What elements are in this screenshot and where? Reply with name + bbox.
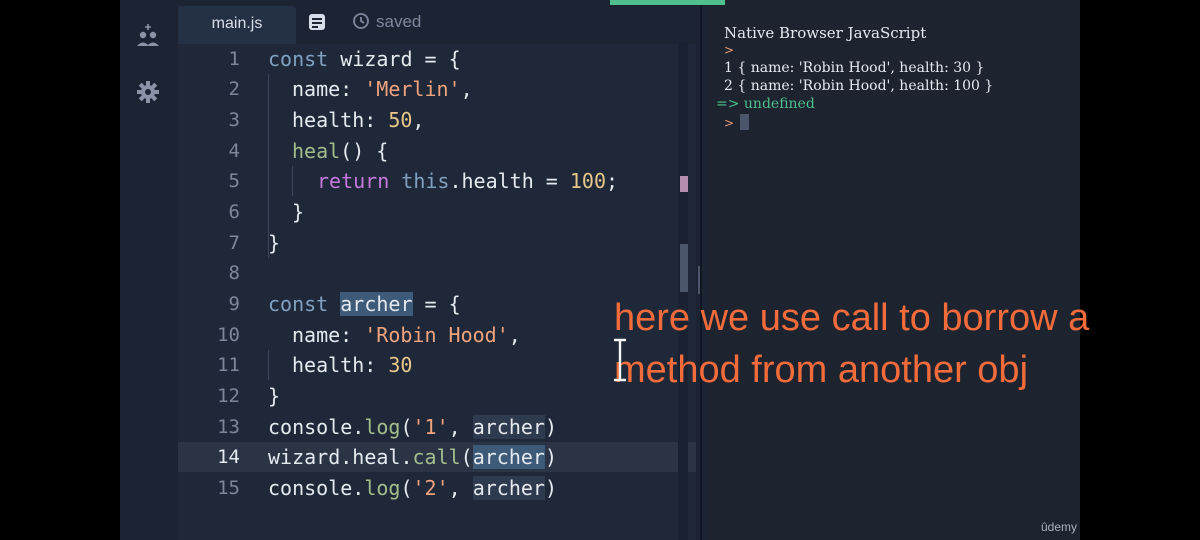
line-number: 15: [217, 477, 240, 499]
code-line: 5 return this.health = 100;: [178, 166, 696, 196]
scrollbar-thumb[interactable]: [680, 244, 688, 292]
console-prompt: >: [724, 43, 735, 57]
console-title: Native Browser JavaScript: [724, 24, 927, 42]
code-line: 13 console.log('1', archer): [178, 412, 696, 442]
repl-app: main.js saved 1 const wizard = { 2 name:…: [120, 0, 1080, 540]
udemy-watermark: ûdemy: [1041, 520, 1078, 534]
line-number: 2: [228, 78, 240, 100]
code-line: 8: [178, 258, 696, 288]
line-number: 5: [228, 170, 240, 192]
line-number: 4: [228, 140, 240, 162]
code-line: 3 health: 50,: [178, 105, 696, 135]
code-text: console.log('2', archer): [268, 476, 558, 500]
code-line: 1 const wizard = {: [178, 44, 696, 74]
line-number: 11: [217, 354, 240, 376]
line-number: 9: [228, 293, 240, 315]
code-text: name: 'Merlin',: [292, 77, 473, 101]
line-number: 6: [228, 201, 240, 223]
console-cursor: [740, 114, 750, 130]
code-line: 2 name: 'Merlin',: [178, 74, 696, 104]
line-number: 10: [217, 324, 240, 346]
save-status-label: saved: [376, 12, 422, 31]
code-text: }: [268, 384, 281, 408]
line-number: 7: [228, 232, 240, 254]
gear-icon[interactable]: [134, 78, 162, 106]
code-line: 4 heal() {: [178, 136, 696, 166]
code-text: heal() {: [292, 139, 389, 163]
overlay-annotation: here we use call to borrow a method from…: [614, 297, 1090, 391]
line-number: 8: [228, 262, 240, 284]
line-number: 3: [228, 109, 240, 131]
code-text: name: 'Robin Hood',: [292, 323, 521, 347]
line-number: 14: [217, 446, 240, 468]
code-text: health: 50,: [292, 108, 425, 132]
code-line-current: 14 wizard.heal.call(archer): [178, 442, 696, 472]
console-tab-indicator: [610, 0, 725, 5]
code-text: }: [268, 231, 281, 255]
code-text: health: 30: [292, 353, 413, 377]
pane-divider[interactable]: [700, 0, 702, 540]
line-number: 1: [228, 48, 240, 70]
activity-bar: [120, 0, 175, 540]
code-line: 15 console.log('2', archer): [178, 473, 696, 503]
console-output: 2 { name: 'Robin Hood', health: 100 }: [724, 78, 994, 94]
save-status: saved: [352, 12, 421, 32]
code-text: console.log('1', archer): [268, 415, 558, 439]
code-line: 7 }: [178, 228, 696, 258]
scrollbar-marker: [680, 176, 688, 192]
tab-main-js[interactable]: main.js: [178, 6, 296, 44]
code-line: 6 }: [178, 197, 696, 227]
console-input-line[interactable]: >: [724, 114, 750, 131]
editor-tab-bar: main.js saved: [178, 0, 696, 44]
pane-divider-handle[interactable]: [698, 266, 700, 294]
document-icon[interactable]: [308, 13, 326, 31]
line-number: 12: [217, 385, 240, 407]
history-icon: [353, 13, 369, 29]
text-cursor-icon: [614, 338, 626, 382]
console-return: => undefined: [716, 96, 815, 112]
console-pane[interactable]: Native Browser JavaScript > 1 { name: 'R…: [708, 0, 1080, 540]
line-number: 13: [217, 416, 240, 438]
code-text: wizard.heal.call(archer): [268, 445, 558, 469]
add-users-icon[interactable]: [134, 22, 162, 50]
code-text: }: [292, 200, 305, 224]
code-text: const archer = {: [268, 292, 461, 316]
code-text: return this.health = 100;: [317, 169, 619, 193]
code-text: const wizard = {: [268, 47, 461, 71]
console-output: 1 { name: 'Robin Hood', health: 30 }: [724, 60, 985, 76]
